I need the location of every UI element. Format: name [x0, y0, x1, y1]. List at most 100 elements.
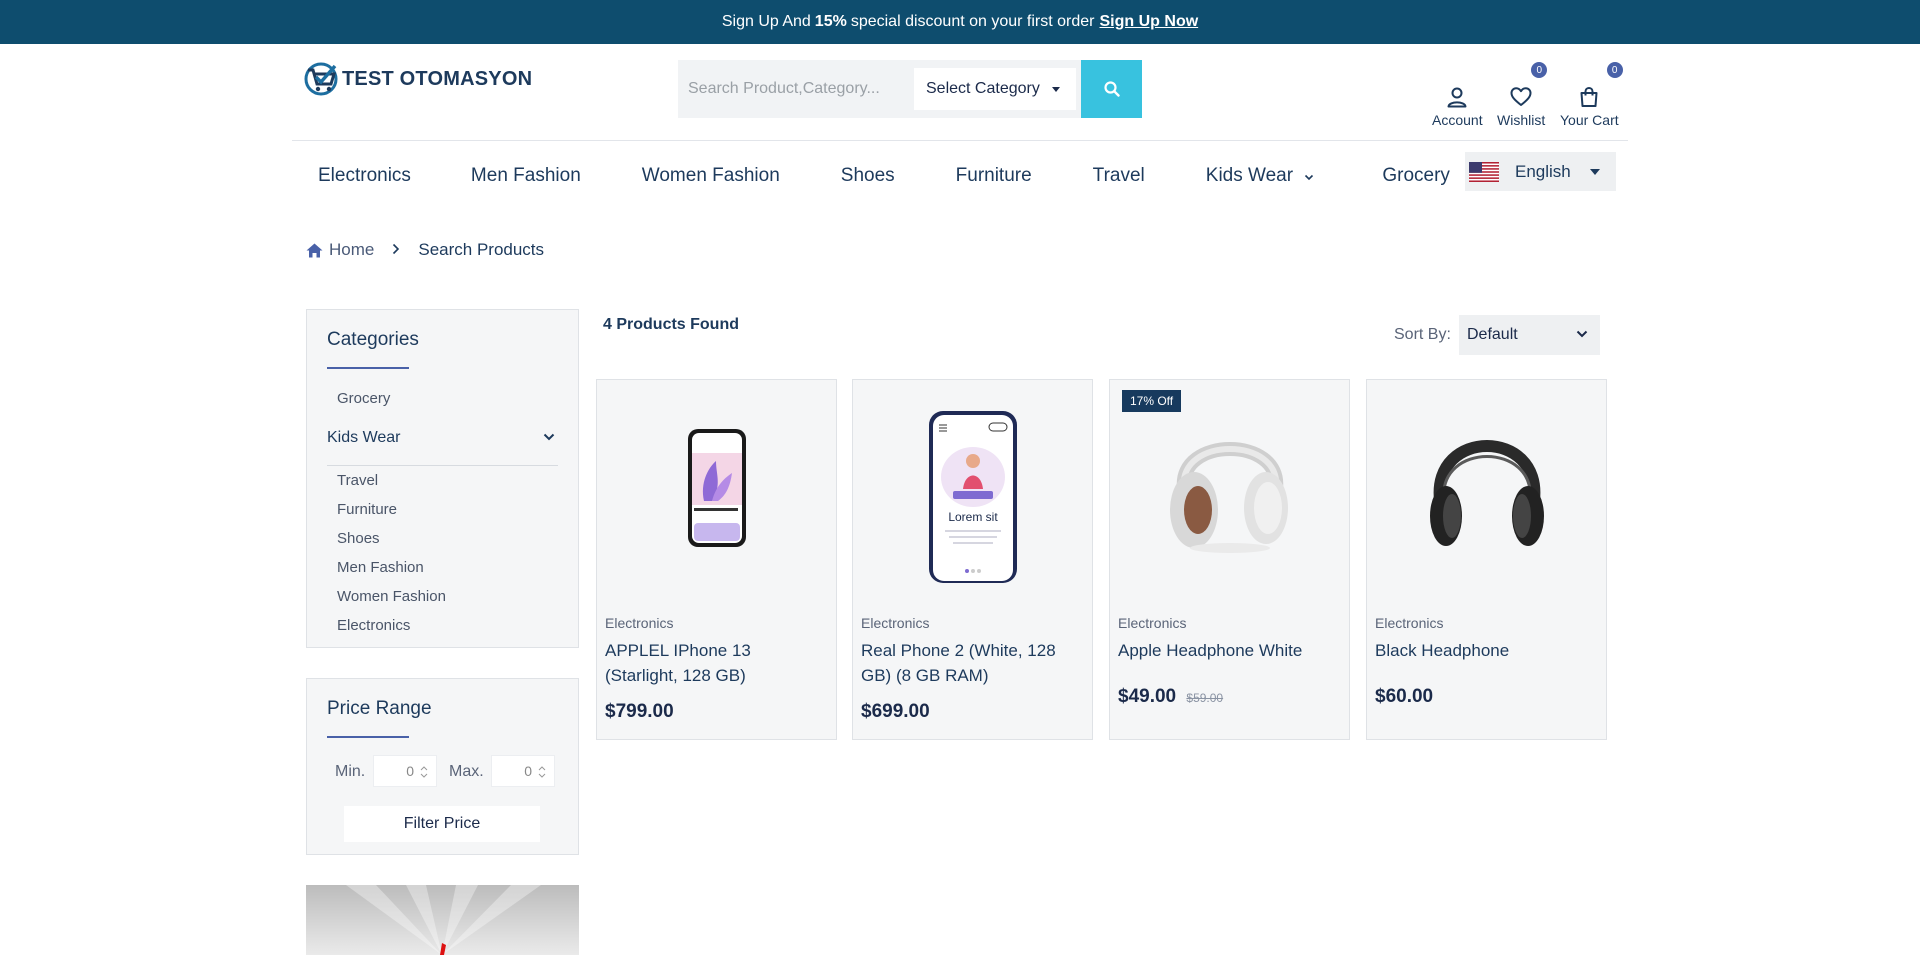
user-icon	[1447, 87, 1467, 108]
chevron-down-icon	[1305, 174, 1314, 181]
sort-select-value: Default	[1467, 326, 1518, 343]
bag-icon	[1580, 86, 1598, 107]
search-icon	[1103, 81, 1120, 97]
products-found-count: 4 Products Found	[603, 316, 739, 333]
sidebar-promo-banner[interactable]	[306, 885, 579, 955]
chevron-down-icon	[1576, 330, 1588, 338]
nav-kids-wear[interactable]: Kids Wear	[1206, 165, 1315, 187]
sort-label: Sort By:	[1394, 326, 1451, 343]
product-category: Electronics	[1375, 615, 1444, 631]
header: TEST OTOMASYON Select Category Account 0…	[0, 44, 1920, 140]
us-flag-icon	[1469, 161, 1499, 182]
phone-image: Lorem sit	[853, 380, 1092, 586]
price-range-panel: Price Range Min. 0 Max. 0 Filter Price	[306, 678, 579, 855]
discount-badge: 17% Off	[1122, 390, 1182, 412]
product-category: Electronics	[861, 615, 930, 631]
announcement-suffix: special discount on your first order	[850, 13, 1095, 30]
sort-select[interactable]: Default	[1459, 315, 1600, 355]
account-link[interactable]: Account	[1432, 62, 1483, 128]
categories-title: Categories	[327, 329, 419, 350]
nav-furniture[interactable]: Furniture	[956, 165, 1032, 187]
caret-down-icon	[1590, 169, 1600, 175]
breadcrumb-current: Search Products	[418, 240, 545, 259]
max-price-value: 0	[524, 763, 532, 779]
category-select[interactable]: Select Category	[914, 68, 1076, 110]
cart-label: Your Cart	[1560, 112, 1619, 128]
product-price-group: $49.00 $59.00	[1118, 686, 1223, 708]
product-old-price: $59.00	[1186, 691, 1224, 705]
product-price: $49.00	[1118, 686, 1177, 707]
wishlist-link[interactable]: 0 Wishlist	[1497, 62, 1548, 128]
wishlist-count-badge: 0	[1531, 62, 1548, 78]
product-price: $60.00	[1375, 686, 1434, 707]
cart-count-badge: 0	[1606, 62, 1623, 78]
black-headphone-image	[1367, 380, 1606, 586]
min-price-input[interactable]: 0	[373, 755, 437, 787]
category-men-fashion[interactable]: Men Fashion	[337, 559, 424, 576]
category-kids-wear[interactable]: Kids Wear	[327, 429, 557, 447]
phone-screen-text: Lorem sit	[948, 510, 998, 524]
cart-link[interactable]: 0 Your Cart	[1560, 62, 1623, 128]
product-card[interactable]: Electronics Black Headphone $60.00	[1366, 379, 1607, 740]
product-category: Electronics	[605, 615, 674, 631]
product-card[interactable]: Electronics APPLEL IPhone 13 (Starlight,…	[596, 379, 837, 740]
max-label: Max.	[449, 763, 484, 780]
nav-men-fashion[interactable]: Men Fashion	[471, 165, 581, 187]
header-divider	[292, 140, 1628, 141]
iphone-image	[597, 380, 836, 586]
product-name[interactable]: Black Headphone	[1375, 638, 1597, 663]
category-furniture[interactable]: Furniture	[337, 501, 397, 518]
logo[interactable]: TEST OTOMASYON	[304, 62, 532, 96]
language-value: English	[1515, 161, 1571, 181]
main-nav: Electronics Men Fashion Women Fashion Sh…	[318, 162, 1450, 190]
heart-icon	[1510, 87, 1532, 106]
nav-travel[interactable]: Travel	[1093, 165, 1145, 187]
product-price: $699.00	[861, 701, 930, 722]
breadcrumb: Home Search Products	[306, 240, 544, 260]
sign-up-link[interactable]: Sign Up Now	[1100, 13, 1199, 31]
filter-price-button[interactable]: Filter Price	[344, 806, 540, 842]
language-select[interactable]: English	[1465, 152, 1616, 191]
product-name[interactable]: Real Phone 2 (White, 128 GB) (8 GB RAM)	[861, 638, 1083, 688]
category-electronics[interactable]: Electronics	[337, 617, 410, 634]
category-kids-wear-label: Kids Wear	[327, 429, 401, 446]
category-travel[interactable]: Travel	[337, 472, 378, 489]
search-input[interactable]	[678, 60, 910, 118]
category-women-fashion[interactable]: Women Fashion	[337, 588, 446, 605]
breadcrumb-home-label: Home	[329, 240, 375, 259]
category-grocery[interactable]: Grocery	[337, 390, 390, 407]
nav-electronics[interactable]: Electronics	[318, 165, 411, 187]
chevron-right-icon	[392, 240, 400, 260]
categories-panel: Categories Grocery Kids Wear Travel Furn…	[306, 309, 579, 648]
category-shoes[interactable]: Shoes	[337, 530, 380, 547]
spinner-icon	[420, 766, 428, 778]
account-label: Account	[1432, 112, 1483, 128]
nav-women-fashion[interactable]: Women Fashion	[642, 165, 780, 187]
logo-cart-icon	[304, 62, 338, 96]
product-category: Electronics	[1118, 615, 1187, 631]
category-divider	[327, 465, 558, 466]
price-range-title: Price Range	[327, 698, 432, 719]
product-card[interactable]: Lorem sit Electronics Real Phone 2 (Whit…	[852, 379, 1093, 740]
nav-grocery[interactable]: Grocery	[1382, 165, 1450, 187]
announcement-bar: Sign Up And 15% special discount on your…	[0, 0, 1920, 44]
product-name[interactable]: APPLEL IPhone 13 (Starlight, 128 GB)	[605, 638, 827, 688]
promo-banner-image	[346, 885, 541, 955]
category-select-value: Select Category	[926, 80, 1040, 97]
min-price-value: 0	[406, 763, 414, 779]
nav-shoes[interactable]: Shoes	[841, 165, 895, 187]
announcement-prefix: Sign Up And	[721, 13, 811, 30]
breadcrumb-home[interactable]: Home	[306, 240, 374, 260]
wishlist-label: Wishlist	[1497, 112, 1546, 128]
product-name[interactable]: Apple Headphone White	[1118, 638, 1340, 663]
max-price-input[interactable]: 0	[491, 755, 555, 787]
price-range-underline	[327, 736, 409, 738]
announcement-percent: 15%	[814, 13, 847, 30]
product-card[interactable]: 17% Off Electronics Apple Headphone Whit…	[1109, 379, 1350, 740]
chevron-down-icon	[543, 433, 555, 441]
caret-down-icon	[1052, 87, 1060, 92]
nav-kids-wear-label: Kids Wear	[1205, 165, 1294, 186]
search-button[interactable]	[1081, 60, 1142, 118]
categories-underline	[327, 367, 409, 369]
home-icon	[306, 243, 323, 257]
